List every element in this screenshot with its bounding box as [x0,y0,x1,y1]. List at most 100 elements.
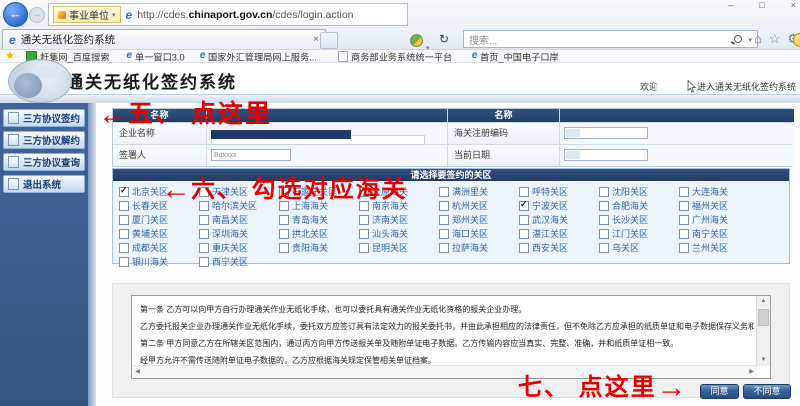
minimize-button[interactable]: – [728,0,733,10]
checkbox[interactable] [279,229,289,239]
vertical-scrollbar[interactable]: ▲ ▼ [756,296,770,366]
customs-district-option[interactable]: 广州海关 [679,213,759,226]
customs-district-option[interactable]: 重庆关区 [199,241,279,254]
checkbox[interactable] [599,229,609,239]
bookmark-item[interactable]: 国家外汇管理局网上服务... [200,49,327,64]
close-button[interactable]: × [791,0,796,10]
checkbox[interactable] [599,215,609,225]
customs-district-option[interactable]: 银川海关 [119,255,199,268]
checkbox[interactable] [679,201,689,211]
checkbox[interactable] [439,215,449,225]
customs-district-option[interactable]: 兰州关区 [679,241,759,254]
favorites-star-icon[interactable]: ☆ [769,31,781,46]
customs-district-option[interactable]: 宁波关区 [519,199,599,212]
customs-district-option[interactable]: 满洲里关 [439,185,519,198]
customs-district-option[interactable]: 南昌关区 [199,213,279,226]
checkbox[interactable] [359,215,369,225]
checkbox[interactable] [359,243,369,253]
forward-button[interactable]: → [29,7,45,23]
customs-district-option[interactable]: 合肥海关 [599,199,679,212]
checkbox[interactable] [359,229,369,239]
customs-district-option[interactable]: 青岛海关 [279,213,359,226]
sidebar-menu-button[interactable]: 三方协议解约 [3,131,85,149]
bookmark-item[interactable]: 商务部业务系统统一平台 [338,49,461,64]
customs-district-option[interactable]: 武汉海关 [519,213,599,226]
customs-district-option[interactable]: 贵阳海关 [279,241,359,254]
back-button[interactable]: ← [3,2,28,27]
search-icon[interactable] [734,35,742,43]
customs-district-option[interactable]: 福州关区 [679,199,759,212]
disagree-button[interactable]: 不同意 [743,384,791,399]
home-icon[interactable]: ⌂ [754,31,762,46]
checkbox[interactable] [519,215,529,225]
checkbox[interactable] [519,187,529,197]
compatibility-icon[interactable] [410,34,423,47]
customs-district-option[interactable]: 长沙关区 [599,213,679,226]
customs-district-option[interactable]: 西安关区 [519,241,599,254]
checkbox[interactable] [119,257,129,267]
checkbox[interactable] [199,257,209,267]
scroll-up-icon[interactable]: ▲ [757,296,770,307]
feedback-smiley-icon[interactable] [793,33,800,47]
checkbox[interactable] [519,243,529,253]
customs-district-option[interactable]: 厦门关区 [119,213,199,226]
checkbox[interactable] [599,243,609,253]
checkbox[interactable] [679,187,689,197]
sidebar-menu-button[interactable]: 三方协议查询 [3,153,85,171]
customs-district-option[interactable]: 大连海关 [679,185,759,198]
bookmark-item[interactable]: 首页_中国电子口岸 [472,49,566,64]
customs-district-option[interactable]: 沈阳关区 [599,185,679,198]
tab-close-icon[interactable]: × [313,34,319,45]
browser-tab[interactable]: e 通关无纸化签约系统 × [2,29,326,49]
customs-district-option[interactable]: 杭州关区 [439,199,519,212]
checkbox[interactable] [599,187,609,197]
customs-district-option[interactable]: 汕头海关 [359,227,439,240]
refresh-icon[interactable]: ↻ [439,32,449,46]
checkbox[interactable] [119,215,129,225]
customs-district-option[interactable]: 成都关区 [119,241,199,254]
customs-district-option[interactable]: 拉萨海关 [439,241,519,254]
scroll-down-icon[interactable]: ▼ [757,355,770,366]
customs-district-option[interactable]: 黄埔关区 [119,227,199,240]
checkbox[interactable] [519,201,529,211]
customs-district-option[interactable]: 呼特关区 [519,185,599,198]
customs-district-option[interactable]: 湛江关区 [519,227,599,240]
checkbox[interactable] [679,215,689,225]
customs-district-option[interactable]: 南宁关区 [679,227,759,240]
checkbox[interactable] [119,187,129,197]
mode-dropdown[interactable]: 事业单位 [53,6,121,23]
customs-district-option[interactable]: 拱北关区 [279,227,359,240]
checkbox[interactable] [119,229,129,239]
maximize-button[interactable]: □ [759,0,764,10]
checkbox[interactable] [199,243,209,253]
customs-district-option[interactable]: 海口关区 [439,227,519,240]
checkbox[interactable] [679,243,689,253]
new-tab-button[interactable] [320,32,338,49]
customs-district-option[interactable]: 济南关区 [359,213,439,226]
checkbox[interactable] [439,243,449,253]
sidebar-menu-button[interactable]: 三方协议签约 [3,109,85,127]
checkbox[interactable] [439,229,449,239]
checkbox[interactable] [439,201,449,211]
address-field[interactable]: 事业单位 e http://cdes.chinaport.gov.cn/cdes… [48,3,408,26]
checkbox[interactable] [119,243,129,253]
signer-input[interactable]: Bqxxxx [211,149,291,161]
search-input[interactable]: 搜索... [463,30,758,48]
bookmark-item[interactable]: 单一窗口3.0 [126,49,188,64]
customs-district-option[interactable]: 西宁关区 [199,255,279,268]
checkbox[interactable] [199,215,209,225]
customs-district-option[interactable]: 昆明关区 [359,241,439,254]
customs-district-option[interactable]: 郑州关区 [439,213,519,226]
scroll-right-icon[interactable]: ▶ [746,366,757,378]
checkbox[interactable] [679,229,689,239]
customs-district-option[interactable]: 深圳海关 [199,227,279,240]
customs-district-option[interactable]: 江门关区 [599,227,679,240]
current-date-input[interactable] [564,149,648,161]
customs-district-option[interactable]: 乌关区 [599,241,679,254]
checkbox[interactable] [199,229,209,239]
customs-code-input[interactable] [564,127,648,139]
checkbox[interactable] [439,187,449,197]
checkbox[interactable] [279,215,289,225]
agree-button[interactable]: 同意 [700,384,739,399]
checkbox[interactable] [519,229,529,239]
